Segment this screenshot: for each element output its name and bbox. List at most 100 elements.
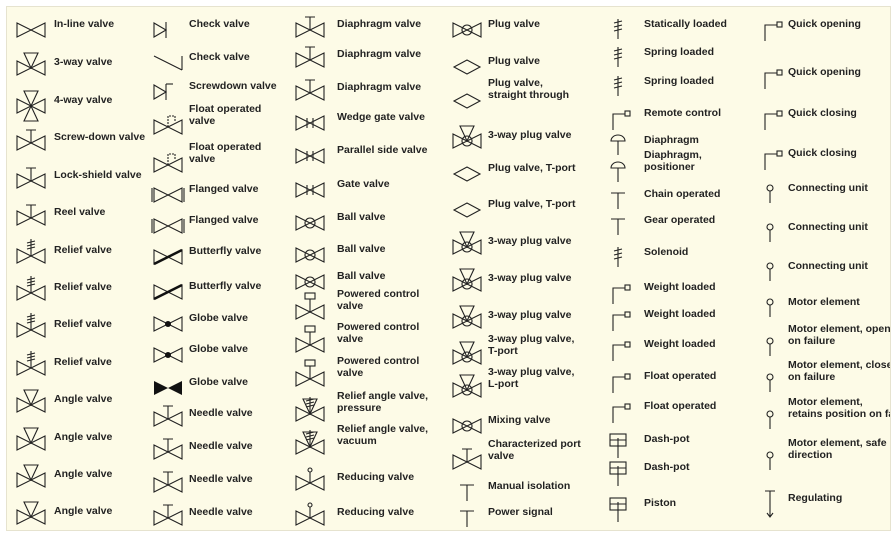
symbol-label: Solenoid bbox=[644, 246, 689, 258]
ball-valve-icon bbox=[295, 215, 325, 231]
needle-valve-icon bbox=[153, 471, 183, 493]
symbol-label: Relief angle valve, vacuum bbox=[337, 423, 429, 447]
symbol-label: Ball valve bbox=[337, 270, 386, 282]
symbol-label: Quick closing bbox=[788, 107, 857, 119]
symbol-label: 3-way plug valve, L-port bbox=[488, 366, 575, 390]
motor-element-icon bbox=[766, 410, 774, 429]
characterized-port-valve-icon bbox=[452, 448, 482, 470]
symbol-label: Quick closing bbox=[788, 147, 857, 159]
three-way-plug-valve-icon bbox=[452, 374, 482, 398]
three-way-valve-icon bbox=[16, 52, 46, 76]
reel-valve-icon bbox=[16, 204, 46, 226]
symbol-label: 3-way plug valve bbox=[488, 272, 572, 284]
symbol-label: Gate valve bbox=[337, 178, 390, 190]
diaphragm-icon bbox=[610, 134, 626, 155]
symbol-label: Float operated valve bbox=[189, 103, 262, 127]
symbol-label: Flanged valve bbox=[189, 183, 259, 195]
symbol-label: Relief valve bbox=[54, 281, 112, 293]
symbol-label: Motor element, retains position on fail bbox=[788, 396, 890, 420]
valve-symbols-sheet: In-line valve 3-way valve 4-way valve Screw… bbox=[6, 6, 891, 531]
gear-operated-icon bbox=[611, 218, 625, 235]
symbol-label: Lock-shield valve bbox=[54, 169, 142, 181]
plug-valve-diamond-icon bbox=[452, 166, 482, 182]
symbol-label: Characterized port valve bbox=[488, 438, 581, 462]
symbol-label: Butterfly valve bbox=[189, 280, 262, 292]
gate-valve-icon bbox=[295, 182, 325, 198]
symbol-label: Motor element, closes on failure bbox=[788, 359, 890, 383]
symbol-label: Weight loaded bbox=[644, 281, 716, 293]
symbol-label: Regulating bbox=[788, 492, 843, 504]
symbol-label: Ball valve bbox=[337, 243, 386, 255]
wedge-gate-valve-icon bbox=[295, 115, 325, 131]
solenoid-icon bbox=[613, 247, 623, 267]
symbol-label: Diaphragm valve bbox=[337, 81, 422, 93]
symbol-label: Needle valve bbox=[189, 506, 253, 518]
symbol-label: Globe valve bbox=[189, 312, 248, 324]
symbol-label: 3-way plug valve bbox=[488, 235, 572, 247]
symbol-label: Quick opening bbox=[788, 18, 861, 30]
symbol-label: Relief valve bbox=[54, 356, 112, 368]
symbol-label: Angle valve bbox=[54, 431, 113, 443]
symbol-label: Float operated bbox=[644, 400, 717, 412]
flanged-valve-icon bbox=[151, 187, 185, 203]
manual-isolation-icon bbox=[460, 484, 474, 501]
symbol-label: Spring loaded bbox=[644, 46, 715, 58]
symbol-label: Motor element, opens on failure bbox=[788, 323, 891, 347]
symbol-label: Plug valve bbox=[488, 18, 540, 30]
weight-loaded-icon bbox=[612, 341, 631, 361]
screw-down-valve-icon bbox=[16, 129, 46, 151]
symbol-label: Mixing valve bbox=[488, 414, 551, 426]
symbol-label: Relief valve bbox=[54, 318, 112, 330]
symbol-label: Reducing valve bbox=[337, 506, 415, 518]
needle-valve-icon bbox=[153, 438, 183, 460]
symbol-label: Screwdown valve bbox=[189, 80, 277, 92]
inline-valve-icon bbox=[16, 22, 46, 38]
regulating-icon bbox=[765, 490, 775, 518]
symbol-label: Plug valve, straight through bbox=[488, 77, 570, 101]
symbol-label: 3-way plug valve bbox=[488, 309, 572, 321]
symbol-label: Relief angle valve, pressure bbox=[337, 390, 429, 414]
symbol-label: Weight loaded bbox=[644, 338, 716, 350]
symbol-label: Wedge gate valve bbox=[337, 111, 425, 123]
three-way-plug-valve-icon bbox=[452, 268, 482, 292]
symbol-label: Check valve bbox=[189, 18, 250, 30]
symbol-label: Spring loaded bbox=[644, 75, 715, 87]
symbol-label: Connecting unit bbox=[788, 221, 868, 233]
quick-closing-icon bbox=[764, 110, 783, 130]
symbol-label: 3-way valve bbox=[54, 56, 113, 68]
symbol-label: Parallel side valve bbox=[337, 144, 428, 156]
float-operated-icon bbox=[612, 403, 631, 423]
symbol-label: Piston bbox=[644, 497, 677, 509]
angle-valve-icon bbox=[16, 389, 46, 413]
relief-valve-icon bbox=[16, 351, 46, 376]
symbol-label: Diaphragm valve bbox=[337, 48, 422, 60]
symbol-label: Needle valve bbox=[189, 440, 253, 452]
symbol-label: Relief valve bbox=[54, 244, 112, 256]
weight-loaded-icon bbox=[612, 284, 631, 304]
three-way-plug-valve-icon bbox=[452, 125, 482, 149]
symbol-label: Power signal bbox=[488, 506, 553, 518]
symbol-label: Globe valve bbox=[189, 343, 248, 355]
three-way-plug-valve-icon bbox=[452, 341, 482, 365]
symbol-label: Screw-down valve bbox=[54, 131, 146, 143]
power-signal-icon bbox=[460, 510, 474, 527]
float-operated-valve-icon bbox=[153, 115, 183, 135]
motor-element-icon bbox=[766, 373, 774, 392]
symbol-label: Diaphragm valve bbox=[337, 18, 422, 30]
spring-loaded-icon bbox=[613, 47, 623, 67]
symbol-label: Connecting unit bbox=[788, 260, 868, 272]
symbol-label: Reducing valve bbox=[337, 471, 415, 483]
connecting-unit-icon bbox=[766, 184, 774, 203]
symbol-label: Angle valve bbox=[54, 393, 113, 405]
lock-shield-valve-icon bbox=[16, 167, 46, 189]
dash-pot-icon bbox=[609, 433, 627, 458]
symbol-label: Plug valve bbox=[488, 55, 540, 67]
symbol-label: 3-way plug valve, T-port bbox=[488, 333, 575, 357]
diaphragm-valve-icon bbox=[295, 16, 325, 38]
motor-element-icon bbox=[766, 298, 774, 317]
connecting-unit-icon bbox=[766, 223, 774, 242]
angle-valve-icon bbox=[16, 464, 46, 488]
mixing-valve-icon bbox=[452, 418, 482, 434]
three-way-plug-valve-icon bbox=[452, 231, 482, 255]
relief-angle-valve-icon bbox=[295, 430, 325, 455]
